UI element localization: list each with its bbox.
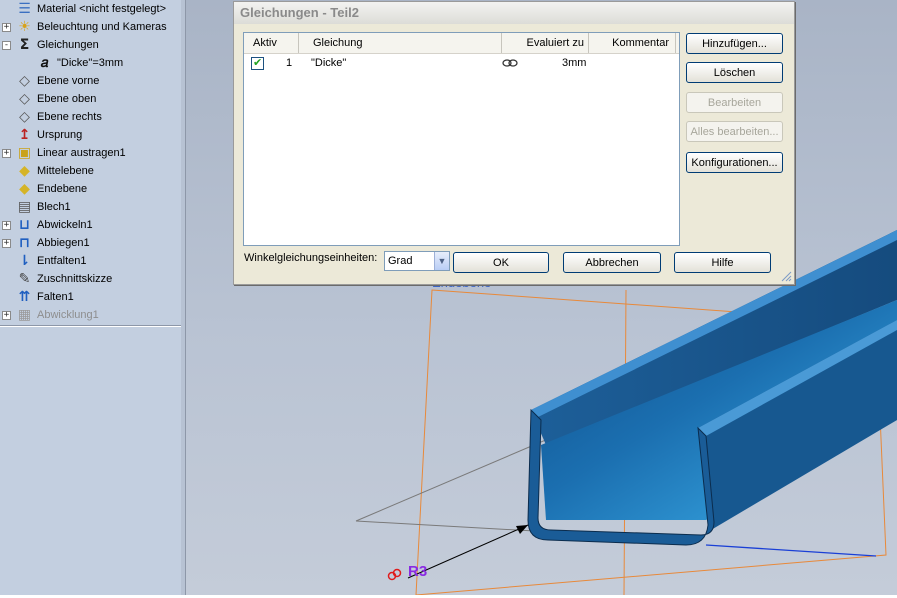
col-equation[interactable]: Gleichung <box>299 33 502 53</box>
feature-tree: ☰ Material <nicht festgelegt> + ☀ Beleuchtun… <box>0 0 186 595</box>
material-icon: ☰ <box>18 1 31 17</box>
tree-item[interactable]: ◆ Endebene <box>0 181 185 199</box>
tree-item[interactable]: + ⊔ Abwickeln1 <box>0 217 185 235</box>
tree-item[interactable]: ⇂ Entfalten1 <box>0 253 185 271</box>
delete-button[interactable]: Löschen <box>686 62 783 83</box>
tree-item[interactable]: + ⊓ Abbiegen1 <box>0 235 185 253</box>
extrude-icon: ▣ <box>17 145 32 161</box>
col-comment[interactable]: Kommentar <box>589 33 676 53</box>
tree-scrollbar[interactable] <box>181 0 185 595</box>
expand-icon[interactable]: + <box>2 239 11 248</box>
tree-item[interactable]: ◇ Ebene oben <box>0 91 185 109</box>
configurations-button[interactable]: Konfigurationen... <box>686 152 783 173</box>
tree-item-label: Gleichungen <box>37 39 99 51</box>
table-header: Aktiv Gleichung Evaluiert zu Kommentar <box>244 33 679 54</box>
tree-item-label: Abwickeln1 <box>37 219 93 231</box>
tree-item[interactable]: + ▦ Abwicklung1 <box>0 307 185 325</box>
add-button[interactable]: Hinzufügen... <box>686 33 783 54</box>
tree-item[interactable]: ◇ Ebene rechts <box>0 109 185 127</box>
tree-item[interactable]: ⇈ Falten1 <box>0 289 185 307</box>
equations-dialog: Gleichungen - Teil2 Aktiv Gleichung Eval… <box>233 1 795 285</box>
tree-separator <box>0 325 182 327</box>
dialog-title[interactable]: Gleichungen - Teil2 <box>234 2 794 24</box>
tree-item-label: Mittelebene <box>37 165 94 177</box>
chevron-down-icon[interactable]: ▼ <box>434 252 449 270</box>
tree-item[interactable]: ◆ Mittelebene <box>0 163 185 181</box>
tree-item[interactable]: ✎ Zuschnittskizze <box>0 271 185 289</box>
fold-icon: ⇈ <box>18 289 31 305</box>
flatpattern-icon: ▦ <box>17 307 32 323</box>
tree-item-label: Falten1 <box>37 291 74 303</box>
link-icon <box>387 568 402 581</box>
equations-table[interactable]: Aktiv Gleichung Evaluiert zu Kommentar 1… <box>243 32 680 246</box>
tree-item-label: Ebene oben <box>37 93 97 105</box>
edit-button[interactable]: Bearbeiten <box>686 92 783 113</box>
cancel-button[interactable]: Abbrechen <box>563 252 661 273</box>
tree-item[interactable]: - Σ Gleichungen <box>0 37 185 55</box>
row-evaluated: 3mm <box>562 57 587 69</box>
table-row[interactable]: 1 "Dicke" 3mm <box>244 54 679 72</box>
expand-icon[interactable]: + <box>2 149 11 158</box>
tree-item-label: Endebene <box>37 183 88 195</box>
unfold-arrow-icon: ⇂ <box>18 253 31 269</box>
collapse-icon[interactable]: - <box>2 41 11 50</box>
tree-item-label: Material <nicht festgelegt> <box>37 3 167 15</box>
tree-item-label: Ebene rechts <box>37 111 102 123</box>
tree-item[interactable]: ↥ Ursprung <box>0 127 185 145</box>
units-select[interactable]: Grad ▼ <box>384 251 450 271</box>
active-checkbox[interactable] <box>251 54 264 72</box>
origin-icon: ↥ <box>18 127 31 143</box>
plane-icon: ◇ <box>19 109 30 125</box>
row-equation: "Dicke" <box>311 57 347 69</box>
units-value: Grad <box>388 255 413 267</box>
tree-item-label: Abbiegen1 <box>37 237 90 249</box>
resize-grip-icon[interactable] <box>780 270 792 282</box>
lights-icon: ☀ <box>18 19 31 35</box>
tree-item-label: Blech1 <box>37 201 71 213</box>
dimension-arrowhead <box>516 525 528 534</box>
tree-item-label: Entfalten1 <box>37 255 87 267</box>
tree-item-label: Abwicklung1 <box>37 309 99 321</box>
plane-icon: ◇ <box>19 91 30 107</box>
tree-item[interactable]: ▤ Blech1 <box>0 199 185 217</box>
sheetmetal-icon: ▤ <box>17 199 32 215</box>
expand-icon[interactable]: + <box>2 23 11 32</box>
expand-icon[interactable]: + <box>2 221 11 230</box>
plane-icon: ◇ <box>19 73 30 89</box>
sketch-icon: ✎ <box>18 271 31 287</box>
edit-all-button[interactable]: Alles bearbeiten... <box>686 121 783 142</box>
units-label: Winkelgleichungseinheiten: <box>244 252 378 264</box>
blue-axis <box>705 544 877 557</box>
col-evaluated[interactable]: Evaluiert zu <box>502 33 589 53</box>
tree-item[interactable]: ◇ Ebene vorne <box>0 73 185 91</box>
link-icon <box>502 59 518 67</box>
bend-icon: ⊓ <box>18 235 31 251</box>
row-index: 1 <box>286 57 293 69</box>
unfold-icon: ⊔ <box>18 217 31 233</box>
expand-icon[interactable]: + <box>2 311 11 320</box>
col-active[interactable]: Aktiv <box>244 33 299 53</box>
help-button[interactable]: Hilfe <box>674 252 771 273</box>
sheet-plane-icon: ◆ <box>19 181 30 197</box>
tree-item[interactable]: + ▣ Linear austragen1 <box>0 145 185 163</box>
tree-item-label: "Dicke"=3mm <box>57 57 124 69</box>
tree-item[interactable]: 𝑎 "Dicke"=3mm <box>0 55 185 73</box>
tree-item-label: Ebene vorne <box>37 75 100 87</box>
equation-icon: 𝑎 <box>40 55 49 71</box>
sigma-icon: Σ <box>19 37 30 53</box>
tree-item-label: Zuschnittskizze <box>37 273 113 285</box>
tree-item[interactable]: ☰ Material <nicht festgelegt> <box>0 1 185 19</box>
tree-item[interactable]: + ☀ Beleuchtung und Kameras <box>0 19 185 37</box>
tree-item-label: Linear austragen1 <box>37 147 126 159</box>
sheet-plane-icon: ◆ <box>19 163 30 179</box>
tree-item-label: Ursprung <box>37 129 83 141</box>
dimension-label[interactable]: R3 <box>408 563 427 580</box>
tree-item-label: Beleuchtung und Kameras <box>37 21 167 33</box>
ok-button[interactable]: OK <box>453 252 549 273</box>
